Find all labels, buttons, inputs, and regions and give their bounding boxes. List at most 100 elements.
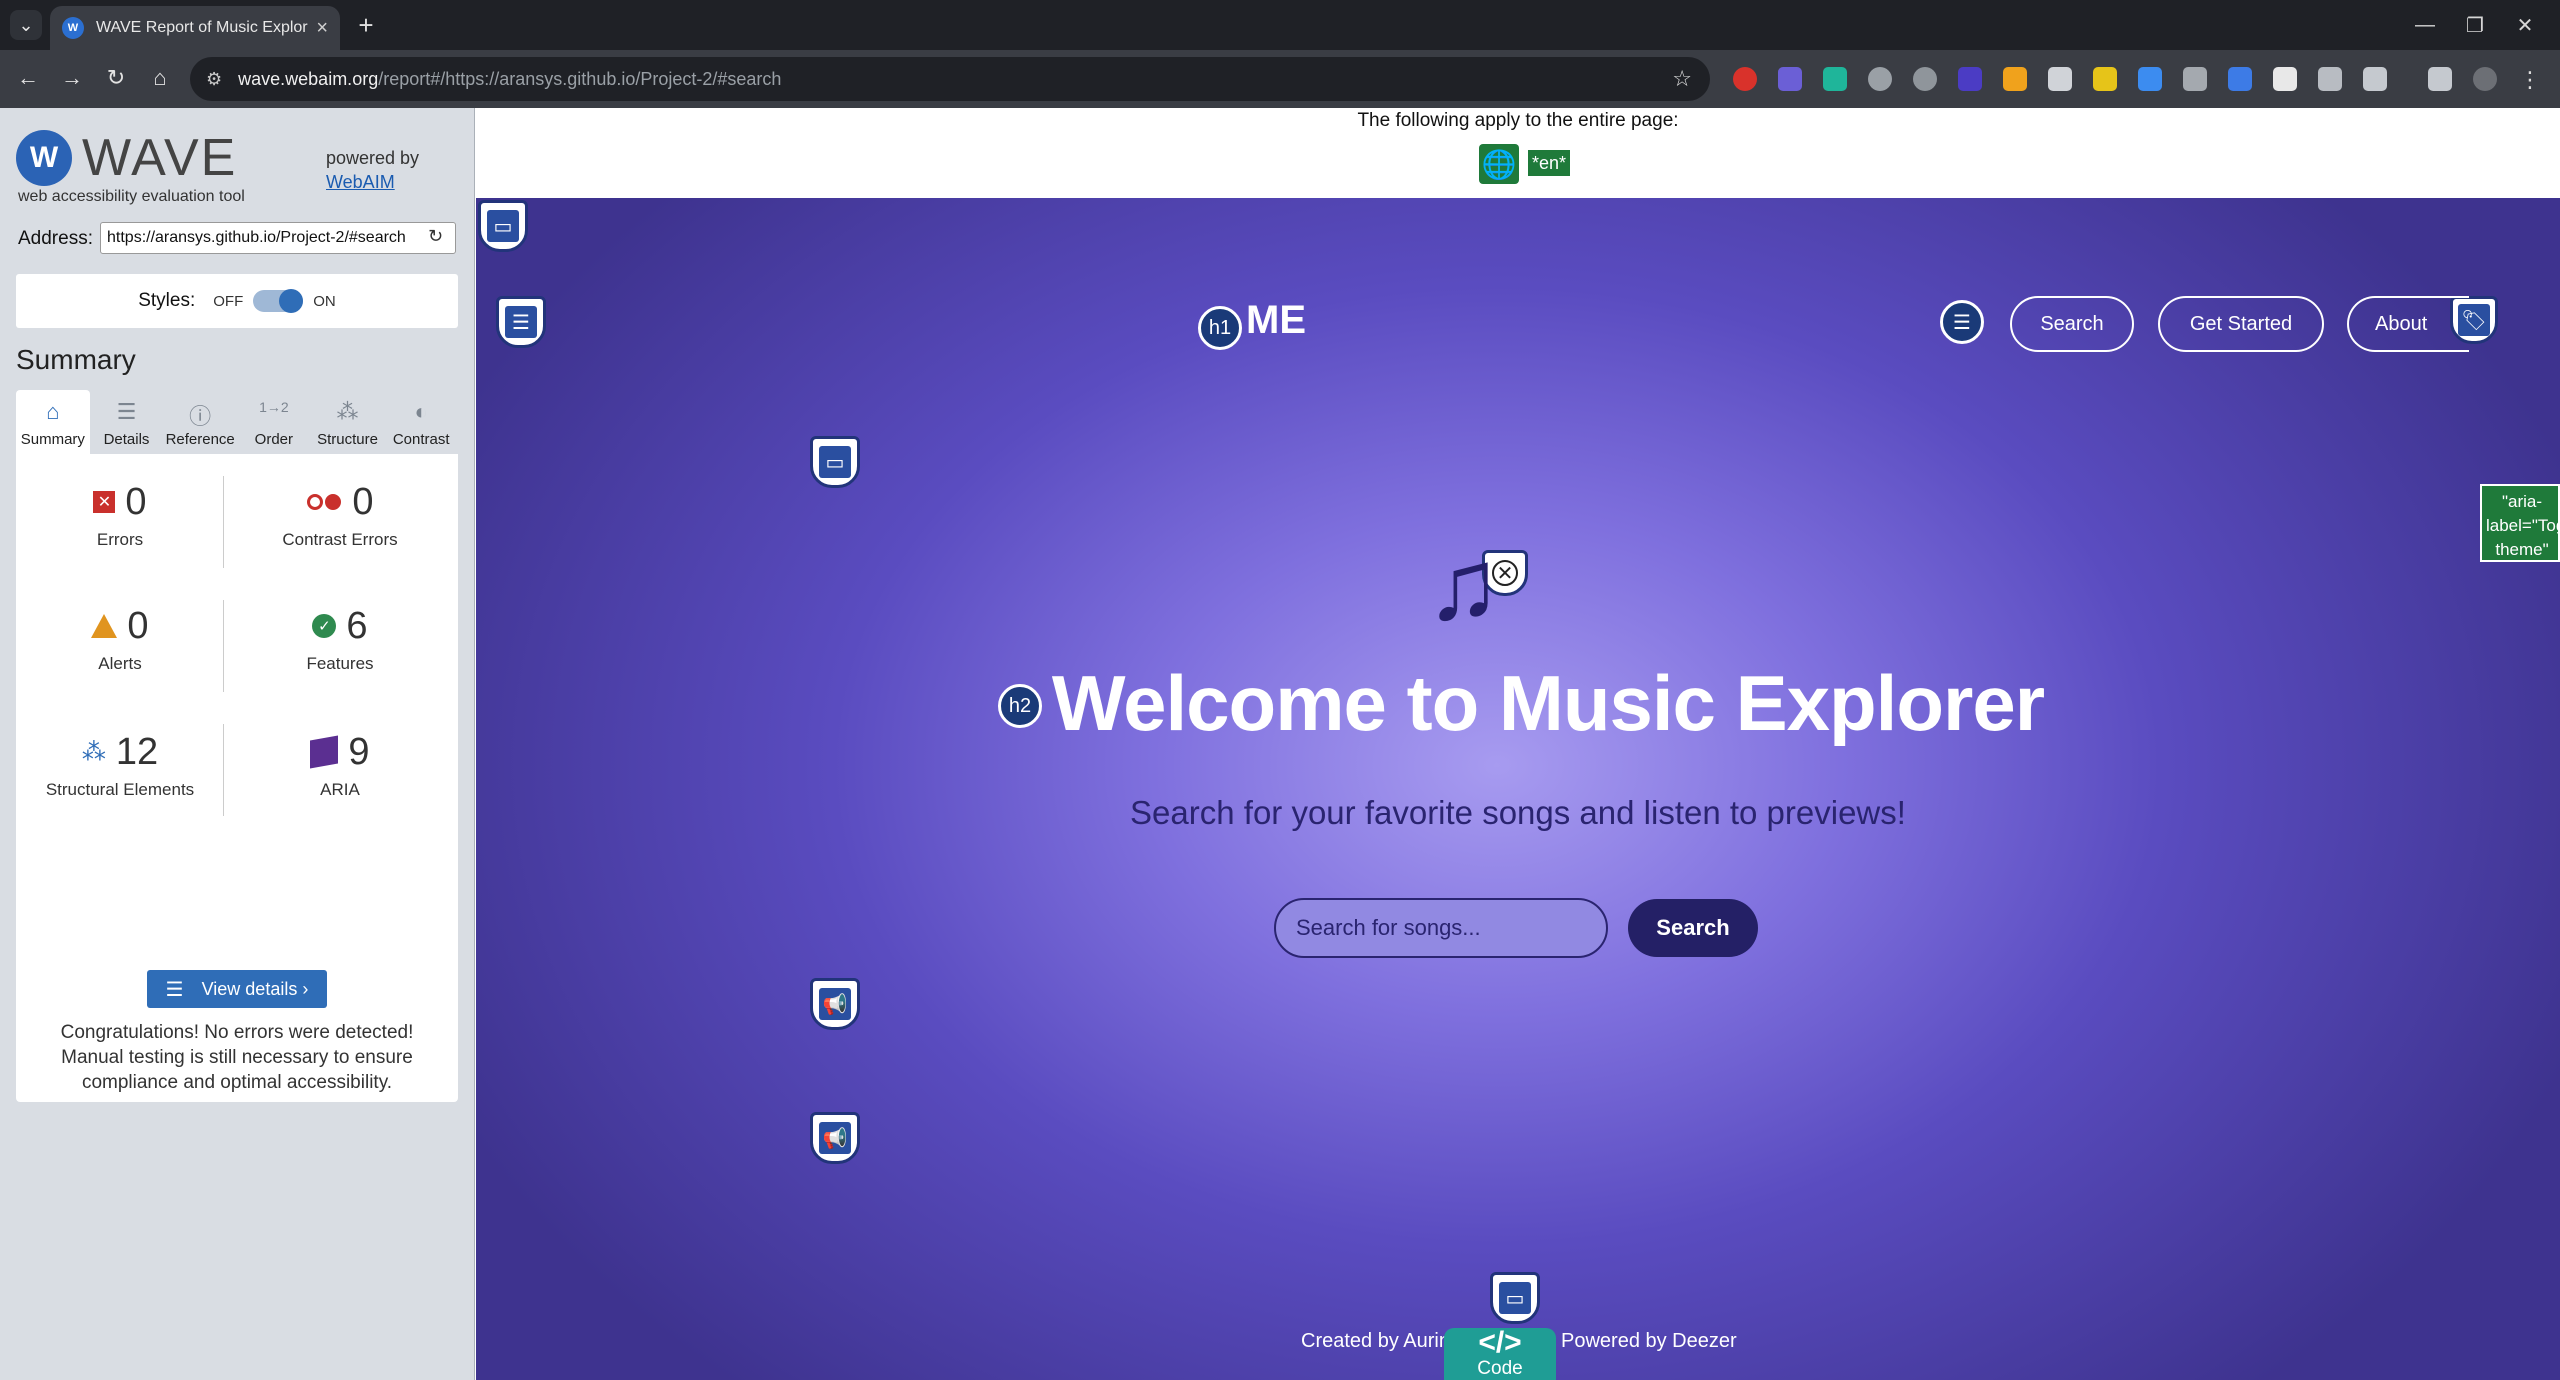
congrats-message: Congratulations! No errors were detected… <box>60 1022 414 1093</box>
extensions-puzzle-icon[interactable] <box>2363 67 2387 91</box>
tab-search-dropdown-icon[interactable]: ⌄ <box>10 10 42 40</box>
url-path: /report#/https://aransys.github.io/Proje… <box>378 68 782 89</box>
wave-sidebar: W WAVE web accessibility evaluation tool… <box>0 108 475 1380</box>
address-bar[interactable]: ⚙ wave.webaim.org /report#/https://arans… <box>190 57 1710 101</box>
extension-icon[interactable] <box>1868 67 1892 91</box>
home-icon[interactable]: ⌂ <box>140 58 180 98</box>
extension-icon[interactable] <box>2093 67 2117 91</box>
address-input[interactable]: https://aransys.github.io/Project-2/#sea… <box>100 222 456 254</box>
tab-reference[interactable]: ⓘ Reference <box>163 390 237 454</box>
wave-logo-text: WAVE <box>82 129 238 187</box>
language-tag[interactable]: *en* <box>1528 150 1571 176</box>
h1-badge[interactable]: h1 <box>1198 306 1242 350</box>
contrast-errors-stat[interactable]: 0 Contrast Errors <box>240 474 440 584</box>
structure-icon: ⁂ <box>336 399 359 424</box>
aria-icon <box>310 735 339 769</box>
song-search-input[interactable]: Search for songs... <box>1274 898 1608 958</box>
language-globe-icon[interactable]: 🌐 <box>1479 144 1519 184</box>
tab-summary[interactable]: ⌂ Summary <box>16 390 90 454</box>
structural-stat[interactable]: ⁂ 12 Structural Elements <box>20 724 220 834</box>
tab-contrast[interactable]: ◐ Contrast <box>384 390 458 454</box>
styles-off-label: OFF <box>213 292 244 310</box>
region-icon[interactable]: ▭ <box>478 200 528 252</box>
webaim-link[interactable]: WebAIM <box>326 172 395 192</box>
extension-icon[interactable] <box>2318 67 2342 91</box>
site-brand[interactable]: ME <box>1246 298 1306 343</box>
tab-close-icon[interactable]: × <box>316 17 328 40</box>
region-icon[interactable]: ▭ <box>810 436 860 488</box>
extension-icon[interactable] <box>1913 67 1937 91</box>
view-details-button[interactable]: ☰ View details › <box>147 970 327 1008</box>
features-stat[interactable]: ✓ 6 Features <box>240 598 440 708</box>
extension-icon[interactable] <box>1823 67 1847 91</box>
wave-logo[interactable]: W WAVE <box>16 128 237 188</box>
home-icon: ⌂ <box>46 399 60 424</box>
nav-about-link[interactable]: About <box>2347 296 2469 352</box>
view-details-label: View details › <box>201 978 309 999</box>
profile-avatar[interactable] <box>2473 67 2497 91</box>
music-note-icon: ♫ <box>1426 529 1501 641</box>
browser-menu-icon[interactable]: ⋮ <box>2518 67 2542 92</box>
extension-icon[interactable] <box>2228 67 2252 91</box>
aria-live-icon[interactable]: 📢 <box>810 1112 860 1164</box>
extension-icon[interactable] <box>2183 67 2207 91</box>
nav-landmark-icon[interactable]: ☰ <box>496 296 546 348</box>
download-icon[interactable] <box>2428 67 2452 91</box>
nav-get-started-link[interactable]: Get Started <box>2158 296 2324 352</box>
styles-toggle[interactable] <box>253 289 304 313</box>
structural-label: Structural Elements <box>45 780 195 799</box>
info-icon: ⓘ <box>189 404 212 429</box>
error-icon: ✕ <box>93 491 116 513</box>
features-label: Features <box>306 654 374 673</box>
list-icon: ☰ <box>165 978 184 1001</box>
close-window-icon[interactable]: ✕ <box>2490 0 2560 50</box>
errors-count: 0 <box>125 480 147 523</box>
nav-search-link[interactable]: Search <box>2010 296 2134 352</box>
list-badge-icon[interactable]: ☰ <box>1940 300 1984 344</box>
extension-icon[interactable] <box>1733 67 1757 91</box>
aria-count: 9 <box>348 730 370 773</box>
reload-icon[interactable]: ↻ <box>96 58 136 98</box>
tab-details[interactable]: ☰ Details <box>90 390 164 454</box>
footer-landmark-icon[interactable]: ▭ <box>1490 1272 1540 1324</box>
forward-icon[interactable]: → <box>52 58 92 98</box>
wave-tabs: ⌂ Summary ☰ Details ⓘ Reference 1→2 Orde… <box>16 390 458 454</box>
extension-icon[interactable] <box>1958 67 1982 91</box>
errors-stat[interactable]: ✕ 0 Errors <box>20 474 220 584</box>
tab-label: Details <box>103 431 150 448</box>
code-icon: </> <box>1478 1326 1522 1359</box>
contrast-label: Contrast Errors <box>282 530 398 549</box>
address-reload-icon[interactable]: ↻ <box>428 226 443 247</box>
divider <box>223 476 224 568</box>
site-viewport: ▭ ☰ ▭ 📢 📢 ▭ ✕ 🏷 h1 ME ☰ Search Get Start… <box>476 198 2560 1380</box>
divider <box>223 724 224 816</box>
extension-icon[interactable] <box>2138 67 2162 91</box>
contrast-error-icon <box>306 494 342 510</box>
live-inner: 📢 <box>819 988 851 1020</box>
extension-icon[interactable] <box>2273 67 2297 91</box>
aria-live-icon[interactable]: 📢 <box>810 978 860 1030</box>
back-icon[interactable]: ← <box>8 58 48 98</box>
nav-inner: ☰ <box>505 306 537 338</box>
code-toggle-button[interactable]: </> Code <box>1444 1328 1556 1380</box>
extension-icon[interactable] <box>2048 67 2072 91</box>
tab-label: Summary <box>20 431 85 448</box>
new-tab-icon[interactable]: + <box>350 10 382 40</box>
extension-icon[interactable] <box>2003 67 2027 91</box>
aria-stat[interactable]: 9 ARIA <box>240 724 440 834</box>
alerts-label: Alerts <box>98 654 142 673</box>
tab-structure[interactable]: ⁂ Structure <box>311 390 385 454</box>
footer-credit: Created by Aurin <box>1301 1330 1450 1352</box>
tab-order[interactable]: 1→2 Order <box>237 390 311 454</box>
aria-label-annotation: "aria-label="Toggle theme" <box>2480 484 2560 562</box>
contrast-count: 0 <box>352 480 374 523</box>
feature-check-icon: ✓ <box>312 614 337 638</box>
site-info-icon[interactable]: ⚙ <box>206 69 222 90</box>
extension-icon[interactable] <box>1778 67 1802 91</box>
alerts-stat[interactable]: 0 Alerts <box>20 598 220 708</box>
bookmark-star-icon[interactable]: ☆ <box>1672 66 1692 92</box>
song-search-button[interactable]: Search <box>1628 899 1758 957</box>
wave-logo-icon: W <box>16 130 72 186</box>
list-icon: ☰ <box>116 399 137 424</box>
browser-tab[interactable]: W WAVE Report of Music Explorer × <box>50 6 340 50</box>
